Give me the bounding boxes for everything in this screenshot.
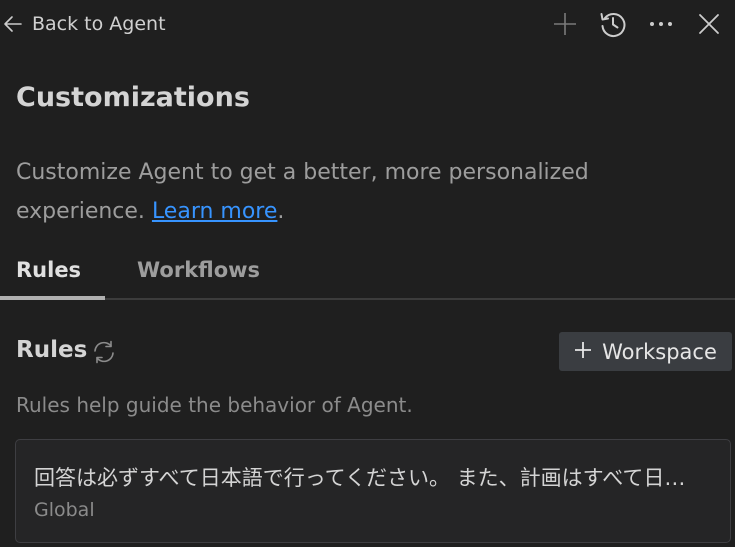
- back-to-agent-label: Back to Agent: [32, 13, 166, 35]
- top-bar: Back to Agent: [0, 0, 735, 48]
- close-icon[interactable]: [693, 8, 725, 40]
- refresh-icon[interactable]: [90, 338, 118, 366]
- description-period: .: [277, 199, 285, 224]
- add-workspace-label: Workspace: [602, 339, 717, 364]
- rule-scope: Global: [34, 499, 95, 521]
- plus-icon: [574, 340, 592, 364]
- add-workspace-rule-button[interactable]: Workspace: [559, 332, 732, 371]
- top-actions: [549, 8, 725, 40]
- rules-section-description: Rules help guide the behavior of Agent.: [16, 393, 413, 417]
- rules-section-title: Rules: [16, 337, 88, 363]
- arrow-left-icon: [2, 13, 24, 35]
- page-description: Customize Agent to get a better, more pe…: [16, 153, 716, 231]
- customizations-panel: Back to Agent Customizations Customize A…: [0, 0, 735, 547]
- back-to-agent-link[interactable]: Back to Agent: [2, 10, 166, 38]
- history-icon[interactable]: [597, 8, 629, 40]
- active-tab-indicator: [0, 296, 105, 300]
- rule-card[interactable]: 回答は必ずすべて日本語で行ってください。 また、計画はすべて日本語で作成してくだ…: [15, 439, 731, 543]
- rule-text: 回答は必ずすべて日本語で行ってください。 また、計画はすべて日本語で作成してくだ…: [34, 466, 702, 490]
- page-title: Customizations: [16, 82, 250, 113]
- more-icon[interactable]: [645, 8, 677, 40]
- tab-bar: Rules Workflows: [0, 250, 735, 300]
- description-text: Customize Agent to get a better, more pe…: [16, 160, 589, 224]
- plus-icon[interactable]: [549, 8, 581, 40]
- learn-more-link[interactable]: Learn more: [152, 199, 277, 224]
- tab-rules[interactable]: Rules: [16, 258, 81, 282]
- tab-workflows[interactable]: Workflows: [137, 258, 260, 282]
